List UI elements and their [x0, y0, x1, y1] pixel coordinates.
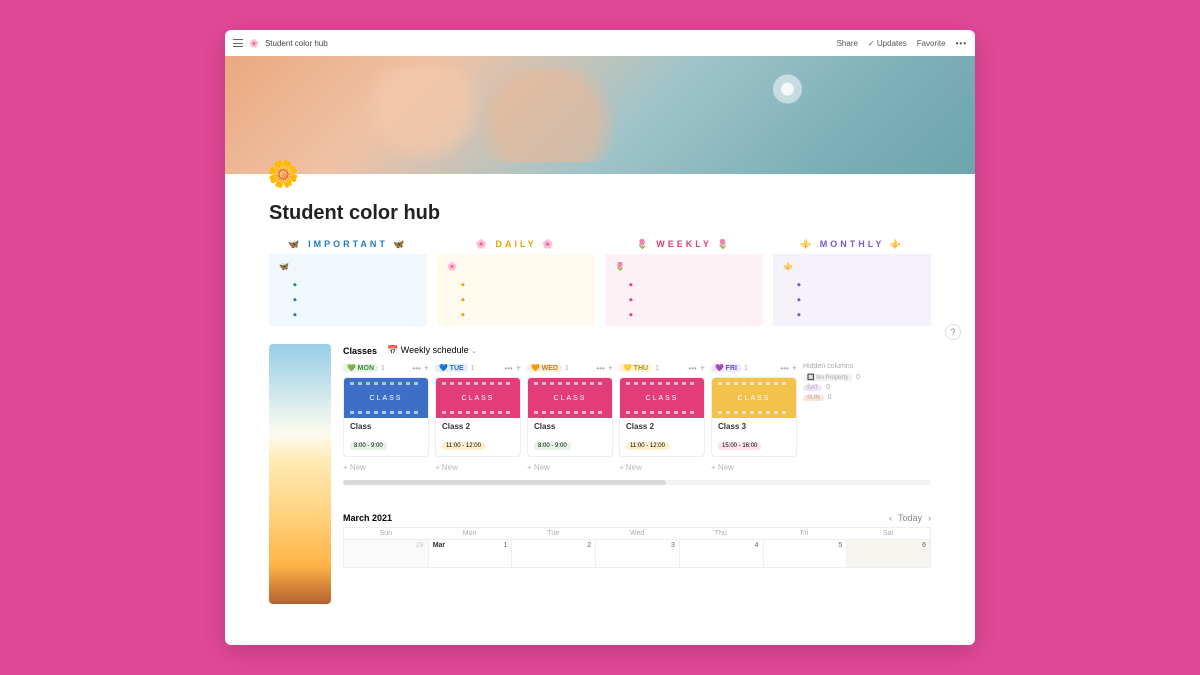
- check-icon: ✓: [868, 39, 875, 48]
- column-add-icon[interactable]: +: [700, 363, 705, 373]
- calendar: March 2021 ‹ Today › SunMonTueWedThuFriS…: [343, 513, 931, 568]
- calendar-weekdays: SunMonTueWedThuFriSat: [344, 528, 930, 539]
- column-add-icon[interactable]: +: [608, 363, 613, 373]
- classes-title[interactable]: Classes: [343, 346, 377, 356]
- class-card[interactable]: CLASS Class 2 11:00 - 12:00: [619, 377, 705, 457]
- day-badge[interactable]: 💜 FRI: [711, 364, 741, 372]
- calendar-cell[interactable]: 3: [595, 539, 679, 567]
- classes-header: Classes 📅 Weekly schedule ⌄: [343, 344, 931, 357]
- share-button[interactable]: Share: [837, 39, 858, 48]
- board-column-fri: 💜 FRI 1 ••• + CLASS Class 3 15:00 - 16:0…: [711, 363, 797, 472]
- calendar-cell[interactable]: 5: [763, 539, 847, 567]
- calendar-next-icon[interactable]: ›: [928, 513, 931, 523]
- chevron-down-icon: ⌄: [471, 348, 477, 355]
- column-add-icon[interactable]: +: [792, 363, 797, 373]
- board-column-mon: 💚 MON 1 ••• + CLASS Class 8:00 - 9:00: [343, 363, 429, 472]
- new-card-button[interactable]: New: [435, 463, 521, 472]
- side-image: [269, 344, 331, 604]
- column-more-icon[interactable]: •••: [412, 364, 420, 373]
- category-weekly[interactable]: 🌷 WEEKLY 🌷 🌷: [605, 239, 763, 326]
- column-more-icon[interactable]: •••: [504, 364, 512, 373]
- hidden-col-item[interactable]: SAT 0: [803, 384, 869, 391]
- updates-button[interactable]: ✓ Updates: [868, 39, 907, 48]
- page-title[interactable]: Student color hub: [269, 202, 975, 225]
- day-badge[interactable]: 💚 MON: [343, 364, 378, 372]
- breadcrumb-title[interactable]: Student color hub: [265, 39, 328, 48]
- calendar-cell[interactable]: 6: [846, 539, 930, 567]
- topbar: 🌸 Student color hub Share ✓ Updates Favo…: [225, 30, 975, 56]
- calendar-cell[interactable]: 28: [344, 539, 428, 567]
- category-daily[interactable]: 🌸 DAILY 🌸 🌸: [437, 239, 595, 326]
- calendar-today-button[interactable]: Today: [898, 513, 922, 523]
- board-column-thu: 💛 THU 1 ••• + CLASS Class 2 11:00 - 12:0…: [619, 363, 705, 472]
- category-important[interactable]: 🦋 IMPORTANT 🦋 🦋: [269, 239, 427, 326]
- scrollbar-thumb[interactable]: [343, 480, 666, 485]
- horizontal-scrollbar[interactable]: [343, 480, 931, 485]
- class-card[interactable]: CLASS Class 8:00 - 9:00: [343, 377, 429, 457]
- cover-image[interactable]: 🌼: [225, 56, 975, 174]
- column-add-icon[interactable]: +: [424, 363, 429, 373]
- new-card-button[interactable]: New: [619, 463, 705, 472]
- view-switcher[interactable]: 📅 Weekly schedule ⌄: [383, 344, 481, 357]
- hidden-col-item[interactable]: SUN 0: [803, 394, 869, 401]
- calendar-title: March 2021: [343, 513, 392, 523]
- column-add-icon[interactable]: +: [516, 363, 521, 373]
- calendar-cell[interactable]: 4: [679, 539, 763, 567]
- class-card[interactable]: CLASS Class 3 15:00 - 16:00: [711, 377, 797, 457]
- column-more-icon[interactable]: •••: [780, 364, 788, 373]
- calendar-cell[interactable]: 2: [511, 539, 595, 567]
- breadcrumb-icon: 🌸: [249, 39, 259, 48]
- column-more-icon[interactable]: •••: [596, 364, 604, 373]
- menu-toggle-icon[interactable]: [233, 39, 243, 47]
- calendar-dates: 28 Mar1 2 3 4 5 6: [344, 539, 930, 567]
- new-card-button[interactable]: New: [343, 463, 429, 472]
- day-badge[interactable]: 💛 THU: [619, 364, 652, 372]
- new-card-button[interactable]: New: [711, 463, 797, 472]
- page-content: Student color hub 🦋 IMPORTANT 🦋 🦋 🌸 DAIL…: [225, 174, 975, 645]
- board-column-tue: 💙 TUE 1 ••• + CLASS Class 2 11:00 - 12:0…: [435, 363, 521, 472]
- class-card[interactable]: CLASS Class 2 11:00 - 12:00: [435, 377, 521, 457]
- column-more-icon[interactable]: •••: [688, 364, 696, 373]
- category-row: 🦋 IMPORTANT 🦋 🦋 🌸 DAILY 🌸 🌸 🌷 WEEKLY 🌷 🌷…: [225, 239, 975, 326]
- calendar-cell[interactable]: Mar1: [428, 539, 512, 567]
- app-window: 🌸 Student color hub Share ✓ Updates Favo…: [225, 30, 975, 645]
- hidden-col-item[interactable]: 🔲 No Property 0: [803, 374, 869, 381]
- day-badge[interactable]: 💙 TUE: [435, 364, 468, 372]
- help-button[interactable]: ?: [945, 324, 961, 340]
- favorite-button[interactable]: Favorite: [917, 39, 946, 48]
- card-hero: CLASS: [344, 378, 428, 418]
- category-monthly[interactable]: ⚜️ MONTHLY ⚜️ ⚜️: [773, 239, 931, 326]
- hidden-columns: Hidden columns 🔲 No Property 0 SAT 0 SUN…: [803, 363, 869, 472]
- class-card[interactable]: CLASS Class 8:00 - 9:00: [527, 377, 613, 457]
- calendar-icon: 📅: [387, 345, 398, 355]
- day-badge[interactable]: 🧡 WED: [527, 364, 562, 372]
- kanban-board: 💚 MON 1 ••• + CLASS Class 8:00 - 9:00: [343, 363, 931, 472]
- new-card-button[interactable]: New: [527, 463, 613, 472]
- calendar-prev-icon[interactable]: ‹: [889, 513, 892, 523]
- board-column-wed: 🧡 WED 1 ••• + CLASS Class 8:00 - 9:00: [527, 363, 613, 472]
- more-icon[interactable]: •••: [956, 39, 967, 48]
